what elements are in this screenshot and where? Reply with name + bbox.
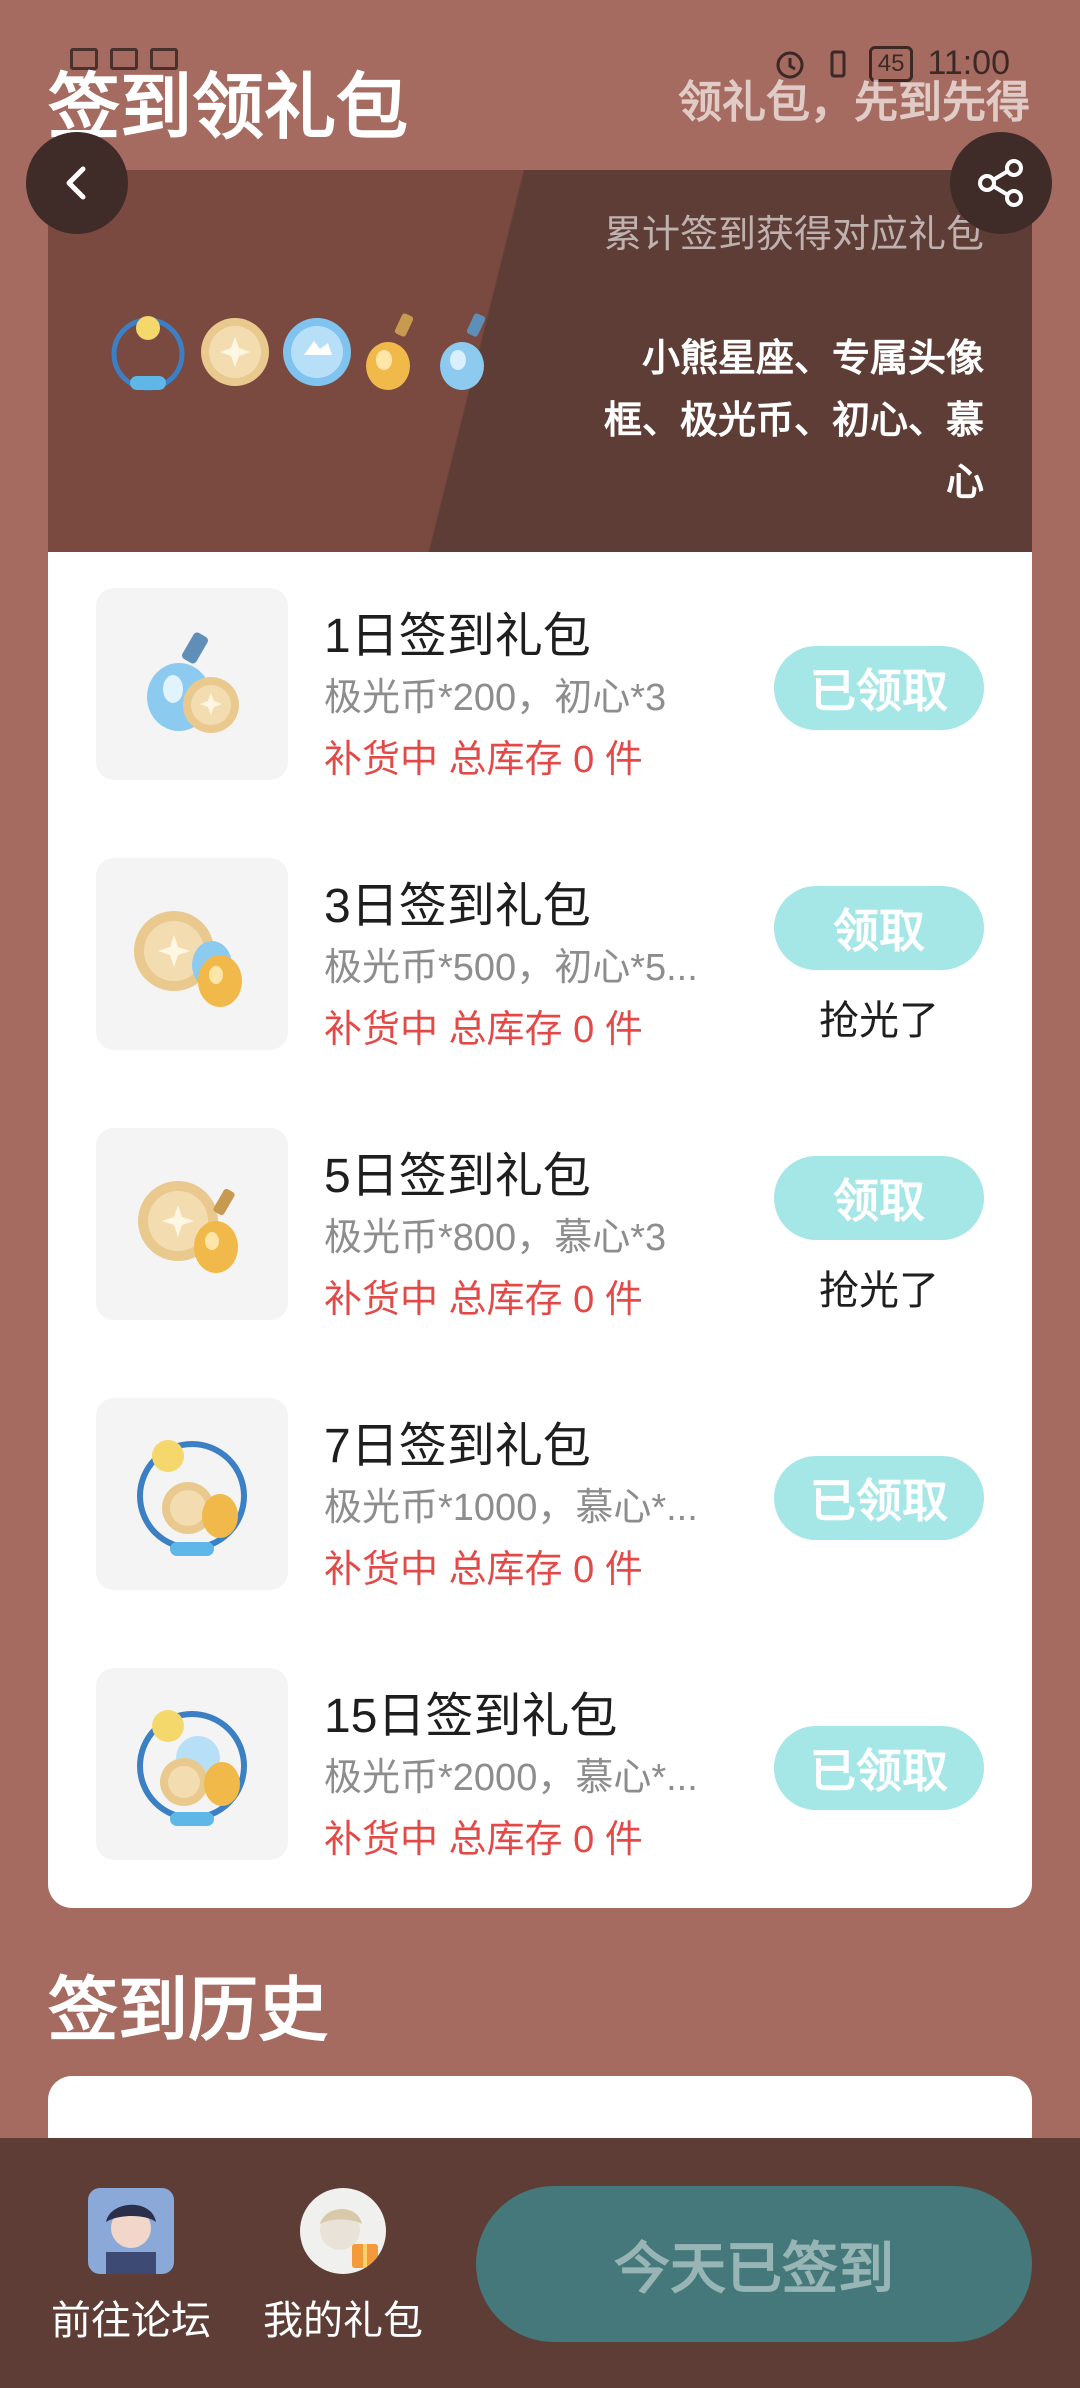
page-title: 签到领礼包 (48, 68, 409, 148)
reward-banner: 累计签到获得对应礼包 小熊星座、专属头像框、极光币、初心、慕心 (48, 170, 1032, 552)
claimed-button[interactable]: 已领取 (774, 1726, 984, 1810)
gift-name: 5日签到礼包 (324, 1150, 591, 1203)
forum-avatar (88, 2188, 174, 2274)
aurora-coin-icon (201, 318, 269, 386)
gift-name: 7日签到礼包 (324, 1420, 591, 1473)
my-gifts-avatar (300, 2188, 386, 2274)
blue-bottle-icon (440, 313, 486, 390)
claim-button[interactable]: 领取 (774, 886, 984, 970)
gift-name: 3日签到礼包 (324, 880, 591, 933)
frame-coins-bottle-icon (137, 1710, 247, 1826)
reward-icons (106, 310, 498, 394)
my-gifts-link[interactable]: 我的礼包 (258, 2188, 428, 2346)
share-icon (978, 159, 1023, 207)
share-button[interactable] (950, 132, 1052, 234)
coin-gold-bottle-icon (138, 1181, 238, 1273)
gift-name: 1日签到礼包 (324, 610, 591, 663)
chevron-left-icon (66, 166, 86, 200)
gift-stock: 补货中 总库存 0 件 (324, 739, 643, 781)
gold-bottle-icon (366, 313, 414, 390)
gift-content: 极光币*2000，慕心*... (324, 1757, 698, 1799)
gift-stock: 补货中 总库存 0 件 (324, 1009, 643, 1051)
gift-stock: 补货中 总库存 0 件 (324, 1279, 643, 1321)
back-button[interactable] (26, 132, 128, 234)
forum-avatar-icon (88, 2188, 174, 2274)
forum-label: 前往论坛 (51, 2299, 211, 2343)
page-subtitle: 领礼包，先到先得 (678, 78, 1030, 127)
gift-image (96, 1668, 288, 1860)
gift-row: 1日签到礼包 极光币*200，初心*3 补货中 总库存 0 件 已领取 (48, 552, 1032, 781)
frame-coin-bottle-icon (137, 1440, 247, 1556)
gift-stock: 补货中 总库存 0 件 (324, 1819, 643, 1861)
gift-row: 7日签到礼包 极光币*1000，慕心*... 补货中 总库存 0 件 已领取 (48, 1362, 1032, 1591)
gift-row: 5日签到礼包 极光币*800，慕心*3 补货中 总库存 0 件 领取 抢光了 (48, 1092, 1032, 1321)
gift-list: 1日签到礼包 极光币*200，初心*3 补货中 总库存 0 件 已领取 3日签到… (48, 552, 1032, 1908)
claimed-button[interactable]: 已领取 (774, 646, 984, 730)
avatar-frame-icon (111, 316, 185, 391)
blue-coin-icon (283, 318, 351, 386)
gift-image (96, 1398, 288, 1590)
gift-stock: 补货中 总库存 0 件 (324, 1549, 643, 1591)
history-title: 签到历史 (48, 1971, 328, 2049)
banner-description: 累计签到获得对应礼包 (603, 214, 984, 256)
coin-bottles-icon (134, 911, 242, 1007)
bottom-bar: 前往论坛 我的礼包 今天已签到 (0, 2138, 1080, 2388)
gift-image (96, 858, 288, 1050)
gift-content: 极光币*200，初心*3 (324, 677, 667, 719)
bottle-coin-icon (147, 632, 239, 733)
claim-button[interactable]: 领取 (774, 1156, 984, 1240)
gift-content: 极光币*1000，慕心*... (324, 1487, 698, 1529)
banner-reward-items: 小熊星座、专属头像框、极光币、初心、慕心 (603, 338, 984, 504)
gift-row: 3日签到礼包 极光币*500，初心*5... 补货中 总库存 0 件 领取 抢光… (48, 822, 1032, 1051)
signed-today-button[interactable]: 今天已签到 (476, 2186, 1032, 2342)
sold-out-label: 抢光了 (819, 999, 939, 1043)
sold-out-label: 抢光了 (819, 1269, 939, 1313)
gift-content: 极光币*500，初心*5... (324, 947, 698, 989)
claimed-button[interactable]: 已领取 (774, 1456, 984, 1540)
my-gifts-label: 我的礼包 (263, 2299, 423, 2343)
gift-image (96, 1128, 288, 1320)
gift-row: 15日签到礼包 极光币*2000，慕心*... 补货中 总库存 0 件 已领取 (48, 1632, 1032, 1861)
my-gifts-avatar-icon (300, 2188, 386, 2274)
gift-name: 15日签到礼包 (324, 1690, 618, 1743)
forum-link[interactable]: 前往论坛 (46, 2188, 216, 2346)
gift-content: 极光币*800，慕心*3 (324, 1217, 667, 1259)
gift-image (96, 588, 288, 780)
